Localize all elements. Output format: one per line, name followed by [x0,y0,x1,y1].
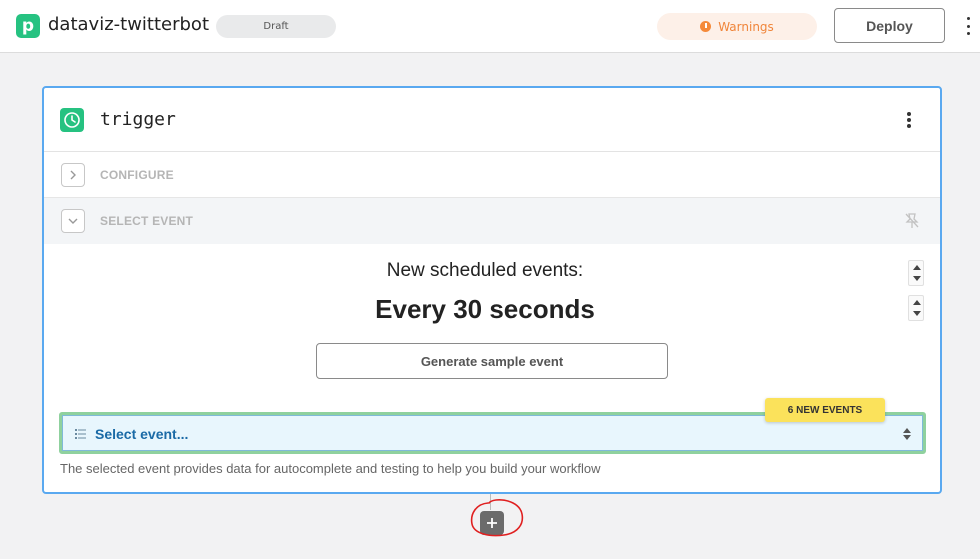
trigger-step-card: trigger CONFIGURE SELECT EVENT New sched… [42,86,942,494]
status-badge: Draft [216,15,336,38]
chevron-right-icon[interactable] [61,163,85,187]
select-event-section[interactable]: SELECT EVENT [44,198,940,244]
warnings-label: Warnings [718,19,774,34]
logo-icon[interactable]: p [16,14,40,38]
chevron-updown-icon [902,426,912,442]
configure-section[interactable]: CONFIGURE [44,152,940,198]
chevron-down-icon[interactable] [61,209,85,233]
new-events-badge: 6 NEW EVENTS [765,398,885,422]
unpin-icon[interactable] [904,212,920,234]
select-event-label: SELECT EVENT [100,214,194,228]
configure-label: CONFIGURE [100,168,174,182]
step-menu-icon[interactable] [904,110,914,130]
select-event-helper-text: The selected event provides data for aut… [60,461,601,476]
step-title[interactable]: trigger [100,109,176,130]
red-annotation-circle [470,499,524,537]
schedule-value: Every 30 seconds [375,294,595,324]
more-menu-icon[interactable] [962,14,974,38]
list-icon [75,429,86,439]
select-event-placeholder: Select event... [95,426,189,442]
generate-sample-event-button[interactable]: Generate sample event [316,343,668,379]
warning-icon [700,21,712,32]
schedule-value-stepper[interactable] [908,295,924,321]
deploy-button[interactable]: Deploy [834,8,945,43]
select-event-body: New scheduled events: Every 30 seconds G… [44,244,940,494]
clock-icon [60,108,84,132]
warnings-button[interactable]: Warnings [657,13,817,40]
workflow-title[interactable]: dataviz-twitterbot [48,14,209,35]
step-header: trigger [44,88,940,152]
schedule-label: New scheduled events: [386,260,584,281]
schedule-label-stepper[interactable] [908,260,924,286]
top-bar: p dataviz-twitterbot Draft Warnings Depl… [0,0,980,53]
